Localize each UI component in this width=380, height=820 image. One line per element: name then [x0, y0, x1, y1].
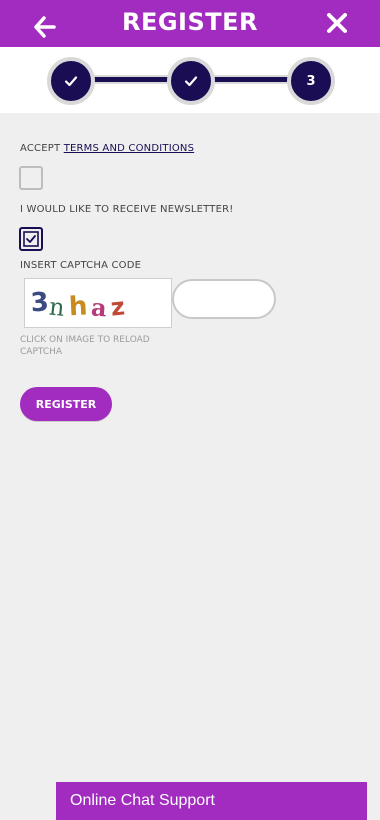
online-chat-support-button[interactable]: Online Chat Support [56, 782, 367, 820]
accept-prefix: ACCEPT [20, 143, 61, 154]
stepper-connector [90, 77, 170, 82]
step-3-current: 3 [287, 57, 335, 105]
check-icon [64, 76, 78, 87]
svg-text:z: z [109, 292, 126, 321]
step-1-completed [47, 57, 95, 105]
register-button[interactable]: REGISTER [20, 387, 112, 421]
svg-text:a: a [90, 292, 108, 322]
accept-terms-label: ACCEPT TERMS AND CONDITIONS [20, 143, 194, 154]
svg-text:3: 3 [30, 287, 50, 318]
check-icon [184, 76, 198, 87]
captcha-graphic: 3 n h a z [30, 287, 126, 322]
svg-text:n: n [48, 292, 66, 321]
stepper-connector [210, 77, 290, 82]
accept-terms-checkbox[interactable] [19, 166, 43, 190]
captcha-label: INSERT CAPTCHA CODE [20, 260, 142, 271]
check-icon [23, 231, 39, 247]
captcha-image[interactable]: 3 n h a z [24, 278, 172, 328]
progress-stepper: 3 [0, 47, 380, 113]
header-bar: REGISTER [0, 0, 380, 47]
svg-text:h: h [68, 291, 88, 322]
close-button[interactable] [323, 9, 351, 37]
step-2-completed [167, 57, 215, 105]
captcha-input[interactable] [172, 279, 276, 319]
newsletter-label: I WOULD LIKE TO RECEIVE NEWSLETTER! [20, 204, 234, 215]
terms-link[interactable]: TERMS AND CONDITIONS [64, 143, 194, 154]
newsletter-checkbox[interactable] [19, 227, 43, 251]
step-3-label: 3 [306, 73, 316, 89]
captcha-reload-hint: CLICK ON IMAGE TO RELOAD CAPTCHA [20, 335, 150, 357]
close-icon [327, 13, 347, 33]
